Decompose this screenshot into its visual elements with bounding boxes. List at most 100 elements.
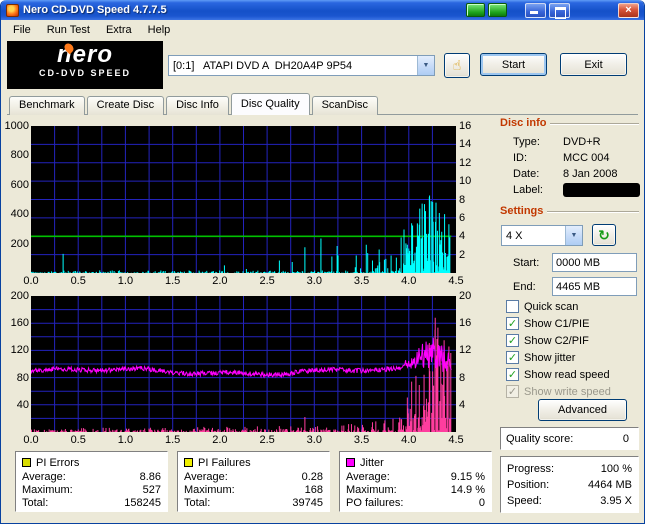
disc-info-value: 8 Jan 2008 — [563, 168, 618, 180]
nero-logo: nero CD-DVD SPEED — [7, 41, 163, 89]
axis-tick: 1.0 — [117, 434, 134, 446]
checkbox-show-write-speed[interactable]: ✓ Show write speed — [506, 383, 638, 400]
advanced-button[interactable]: Advanced — [538, 399, 627, 421]
legend-swatch-jitter — [346, 458, 355, 467]
checkbox-box: ✓ — [506, 368, 519, 381]
maximize-button[interactable] — [549, 2, 570, 19]
checkbox-show-c2-pif[interactable]: ✓ Show C2/PIF — [506, 332, 638, 349]
menu-file[interactable]: File — [5, 22, 39, 38]
axis-tick: 4 — [459, 398, 466, 411]
stat-name: Jitter — [360, 456, 384, 469]
stat-label: Average: — [22, 470, 66, 483]
stat-value: 168 — [304, 483, 323, 496]
axis-tick: 8 — [459, 193, 466, 206]
axis-tick: 0.0 — [23, 275, 39, 287]
disc-info-row-id: ID: MCC 004 — [500, 150, 640, 166]
checkbox-box: ✓ — [506, 351, 519, 364]
app-icon — [6, 3, 19, 17]
pie-chart-right-axis: 16 14 12 10 8 6 4 2 — [459, 120, 483, 273]
drive-select-value: [0:1] ATAPI DVD A DH20A4P 9P54 — [173, 59, 353, 72]
disc-info-title: Disc info — [500, 117, 547, 129]
speed-select[interactable]: 4 X ▼ — [501, 225, 583, 246]
refresh-speeds-button[interactable]: ↻ — [592, 224, 616, 246]
disc-info-label: Type: — [513, 136, 540, 148]
pif-chart-x-axis: 0.0 0.5 1.0 1.5 2.0 2.5 3.0 3.5 4.0 4.5 — [23, 434, 463, 447]
axis-tick: 1.5 — [165, 434, 181, 446]
checkbox-show-read-speed[interactable]: ✓ Show read speed — [506, 366, 638, 383]
legend-swatch-pi-errors — [22, 458, 31, 467]
checkbox-label: Show read speed — [524, 368, 610, 381]
start-label: Start: — [513, 257, 540, 269]
tab-create-disc[interactable]: Create Disc — [86, 96, 165, 115]
quality-score-box: Quality score: 0 — [500, 427, 639, 450]
exit-button[interactable]: Exit — [560, 53, 627, 76]
disc-info-label: Date: — [513, 168, 540, 180]
tab-bar: Benchmark Create Disc Disc Info Disc Qualit… — [9, 93, 380, 115]
refresh-icon: ↻ — [598, 226, 610, 243]
progress-label: Speed: — [507, 495, 542, 507]
stat-label: Average: — [184, 470, 228, 483]
window-title: Nero CD-DVD Speed 4.7.7.5 — [23, 4, 167, 16]
nero-window: Nero CD-DVD Speed 4.7.7.5 × File Run Test… — [0, 0, 645, 524]
tab-disc-quality[interactable]: Disc Quality — [230, 93, 310, 115]
monitor-icon-2[interactable] — [488, 3, 507, 17]
stat-row-total: Total: 39745 — [184, 496, 323, 509]
disc-info-value: DVD+R — [563, 136, 601, 148]
chevron-down-icon[interactable]: ▼ — [417, 56, 434, 75]
stat-name: PI Errors — [36, 456, 80, 469]
start-button[interactable]: Start — [480, 53, 547, 76]
series-jitter — [30, 337, 452, 379]
axis-tick: 120 — [10, 344, 29, 357]
stat-value: 9.15 % — [450, 470, 485, 483]
axis-tick: 4.5 — [448, 434, 464, 446]
menu-help[interactable]: Help — [140, 22, 179, 38]
menu-extra[interactable]: Extra — [98, 22, 140, 38]
drive-select[interactable]: [0:1] ATAPI DVD A DH20A4P 9P54 ▼ — [168, 55, 435, 76]
stat-row-average: Average: 8.86 — [22, 470, 161, 483]
axis-tick: 2 — [459, 248, 466, 261]
stat-title: PI Errors — [22, 455, 161, 470]
chevron-down-icon[interactable]: ▼ — [565, 226, 582, 245]
axis-tick: 20 — [459, 290, 472, 302]
progress-label: Progress: — [507, 463, 555, 475]
progress-row-speed: Speed: 3.95 X — [507, 493, 632, 509]
tab-scandisc[interactable]: ScanDisc — [311, 96, 379, 115]
pif-chart — [30, 296, 456, 432]
axis-tick: 16 — [459, 120, 472, 132]
stat-label: Average: — [346, 470, 390, 483]
logo-subtext: CD-DVD SPEED — [38, 68, 131, 78]
start-position-input[interactable] — [552, 253, 637, 272]
axis-tick: 0.0 — [23, 434, 39, 446]
tab-benchmark[interactable]: Benchmark — [9, 96, 85, 115]
axis-tick: 2.0 — [212, 275, 228, 287]
checkbox-label: Show write speed — [524, 385, 611, 398]
series-c2-pif — [30, 317, 452, 432]
axis-tick: 4.5 — [448, 275, 464, 287]
disc-info-row-type: Type: DVD+R — [500, 134, 640, 150]
checkbox-quick-scan[interactable]: Quick scan — [506, 298, 638, 315]
stat-value: 0.28 — [301, 470, 323, 483]
checkbox-box: ✓ — [506, 385, 519, 398]
checkbox-show-c1-pie[interactable]: ✓ Show C1/PIE — [506, 315, 638, 332]
stat-value: 527 — [142, 483, 161, 496]
checkbox-label: Quick scan — [524, 300, 579, 313]
axis-tick: 3.0 — [306, 434, 322, 446]
titlebar: Nero CD-DVD Speed 4.7.7.5 × — [1, 0, 644, 20]
settings-header: Settings — [500, 205, 639, 217]
stat-title: PI Failures — [184, 455, 323, 470]
divider — [550, 123, 639, 125]
checkbox-show-jitter[interactable]: ✓ Show jitter — [506, 349, 638, 366]
speed-select-value: 4 X — [506, 229, 523, 242]
axis-tick: 200 — [10, 290, 29, 302]
close-button[interactable]: × — [618, 2, 639, 18]
tab-disc-info[interactable]: Disc Info — [166, 96, 229, 115]
hand-icon: ☝ — [452, 57, 462, 73]
monitor-icon-1[interactable] — [466, 3, 485, 17]
menu-run-test[interactable]: Run Test — [39, 22, 98, 38]
minimize-button[interactable] — [525, 2, 546, 18]
quality-score-label: Quality score: — [506, 432, 574, 445]
eject-options-button[interactable]: ☝ — [444, 53, 470, 78]
stat-row-average: Average: 9.15 % — [346, 470, 485, 483]
end-position-input[interactable] — [552, 277, 637, 296]
pif-chart-left-axis: 200 160 120 80 40 — [3, 290, 29, 432]
